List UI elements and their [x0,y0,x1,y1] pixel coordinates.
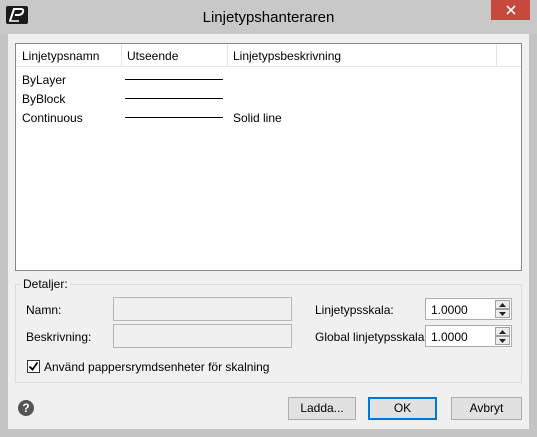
load-button[interactable]: Ladda... [288,397,356,420]
linetype-scale-value: 1.0000 [431,303,468,317]
linetype-scale-stepper[interactable]: 1.0000 [425,298,512,320]
chevron-up-icon [499,330,506,334]
linetype-name: Continuous [22,111,83,125]
checkmark-icon [28,361,39,371]
title-bar: Linjetypshanteraren [0,0,537,34]
linetype-preview [125,79,223,80]
column-header-description[interactable]: Linjetypsbeskrivning [233,49,341,63]
list-item[interactable]: ByLayer [16,70,521,89]
paperspace-checkbox[interactable] [27,360,40,373]
close-button[interactable] [491,0,530,20]
name-label: Namn: [26,303,62,317]
linetype-preview [125,117,223,118]
column-divider[interactable] [227,44,228,66]
close-icon [505,5,516,15]
decrement-button[interactable] [495,336,510,345]
chevron-up-icon [499,303,506,307]
linetype-list[interactable]: Linjetypsnamn Utseende Linjetypsbeskrivn… [15,43,522,271]
linetype-description: Solid line [233,111,282,125]
dialog-body: Linjetypsnamn Utseende Linjetypsbeskrivn… [8,34,529,429]
ok-button[interactable]: OK [368,397,437,420]
linetype-name: ByLayer [22,73,67,87]
linetype-preview [125,98,223,99]
global-scale-value: 1.0000 [431,330,468,344]
description-field[interactable] [113,324,292,348]
list-header: Linjetypsnamn Utseende Linjetypsbeskrivn… [16,44,521,67]
global-scale-stepper[interactable]: 1.0000 [425,325,512,347]
column-divider[interactable] [121,44,122,66]
list-item[interactable]: ByBlock [16,89,521,108]
increment-button[interactable] [495,300,510,309]
linetype-name: ByBlock [22,92,66,106]
column-divider[interactable] [496,44,497,66]
cancel-button[interactable]: Avbryt [451,397,522,420]
paperspace-label[interactable]: Använd pappersrymdsenheter för skalning [44,360,269,374]
details-title: Detaljer: [21,277,70,291]
list-item[interactable]: Continuous Solid line [16,108,521,127]
chevron-down-icon [499,312,506,316]
column-header-name[interactable]: Linjetypsnamn [22,49,99,63]
help-icon[interactable]: ? [18,400,34,416]
chevron-down-icon [499,339,506,343]
global-scale-label: Global linjetypsskala: [315,330,428,344]
details-group: Detaljer: Namn: Beskrivning: Linjetypssk… [15,277,522,383]
linetype-manager-dialog: Linjetypshanteraren Linjetypsnamn Utseen… [0,0,537,437]
linetype-scale-label: Linjetypsskala: [315,303,394,317]
window-title: Linjetypshanteraren [202,9,335,26]
decrement-button[interactable] [495,309,510,318]
name-field[interactable] [113,297,292,321]
description-label: Beskrivning: [26,330,92,344]
column-header-appearance[interactable]: Utseende [127,49,178,63]
increment-button[interactable] [495,327,510,336]
